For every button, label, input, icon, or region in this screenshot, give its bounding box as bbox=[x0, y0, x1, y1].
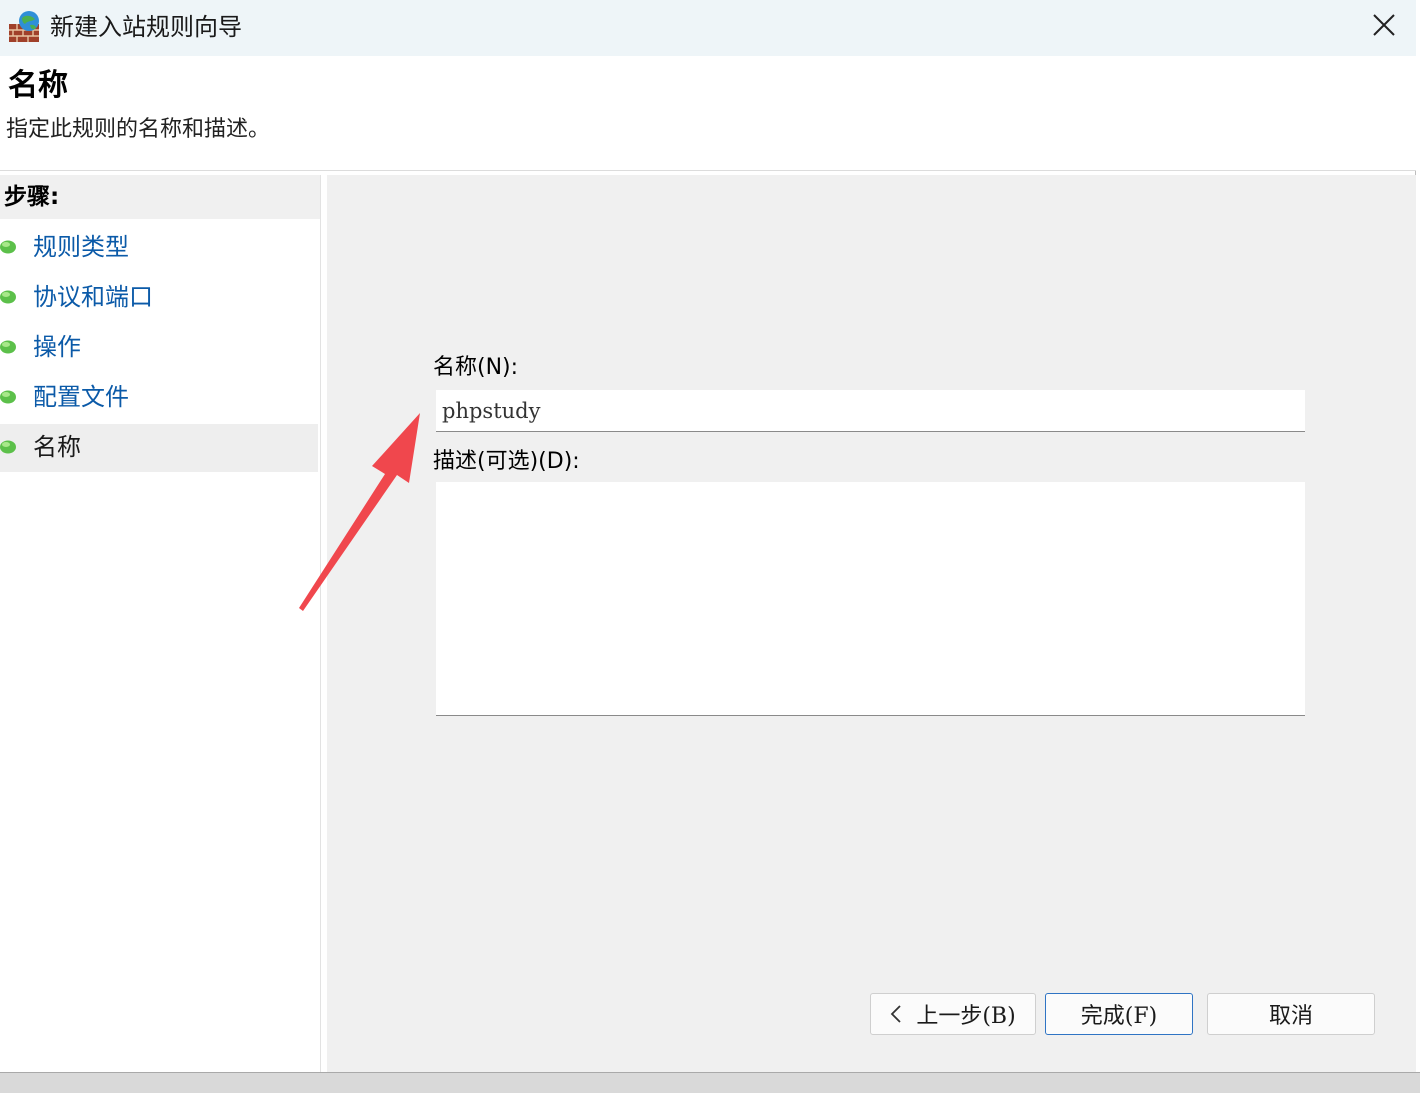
green-dot-icon bbox=[0, 389, 18, 404]
steps-label: 步骤: bbox=[4, 184, 60, 210]
step-label: 规则类型 bbox=[33, 233, 129, 261]
chevron-left-icon bbox=[890, 1004, 902, 1024]
wizard-window: 新建入站规则向导 名称 指定此规则的名称和描述。 步骤: 规则类型 协议和端口 … bbox=[0, 0, 1416, 1072]
description-input[interactable] bbox=[436, 482, 1305, 716]
green-dot-icon bbox=[0, 239, 18, 254]
step-label: 名称 bbox=[33, 433, 81, 461]
green-dot-icon bbox=[0, 439, 18, 454]
step-label: 配置文件 bbox=[33, 383, 129, 411]
cancel-button[interactable]: 取消 bbox=[1207, 993, 1375, 1035]
form-panel: 名称(N): 描述(可选)(D): 上一步(B) 完成(F) 取消 bbox=[327, 175, 1416, 1072]
steps-header: 步骤: bbox=[0, 175, 320, 219]
firewall-globe-icon bbox=[8, 10, 42, 44]
desktop-edge bbox=[0, 1072, 1420, 1093]
title-bar: 新建入站规则向导 bbox=[0, 0, 1416, 56]
step-action[interactable]: 操作 bbox=[0, 324, 318, 372]
page-header: 名称 指定此规则的名称和描述。 bbox=[0, 56, 1416, 171]
green-dot-icon bbox=[0, 339, 18, 354]
page-subtitle: 指定此规则的名称和描述。 bbox=[6, 117, 271, 142]
name-input[interactable] bbox=[436, 390, 1305, 432]
step-rule-type[interactable]: 规则类型 bbox=[0, 224, 318, 272]
description-label: 描述(可选)(D): bbox=[433, 449, 580, 474]
finish-button[interactable]: 完成(F) bbox=[1045, 993, 1193, 1035]
name-label: 名称(N): bbox=[433, 355, 519, 380]
window-title: 新建入站规则向导 bbox=[50, 13, 242, 41]
steps-sidebar: 步骤: 规则类型 协议和端口 操作 配置文件 名称 bbox=[0, 175, 321, 1072]
back-button[interactable]: 上一步(B) bbox=[870, 993, 1036, 1035]
close-button[interactable] bbox=[1352, 0, 1416, 54]
step-protocol-ports[interactable]: 协议和端口 bbox=[0, 274, 318, 322]
green-dot-icon bbox=[0, 289, 18, 304]
close-icon bbox=[1372, 13, 1396, 41]
step-profile[interactable]: 配置文件 bbox=[0, 374, 318, 422]
step-label: 协议和端口 bbox=[33, 283, 153, 311]
back-button-label: 上一步(B) bbox=[916, 1004, 1016, 1029]
finish-button-label: 完成(F) bbox=[1080, 1004, 1158, 1029]
step-label: 操作 bbox=[33, 333, 81, 361]
page-title: 名称 bbox=[8, 68, 68, 103]
step-name[interactable]: 名称 bbox=[0, 424, 318, 472]
cancel-button-label: 取消 bbox=[1268, 1004, 1313, 1029]
